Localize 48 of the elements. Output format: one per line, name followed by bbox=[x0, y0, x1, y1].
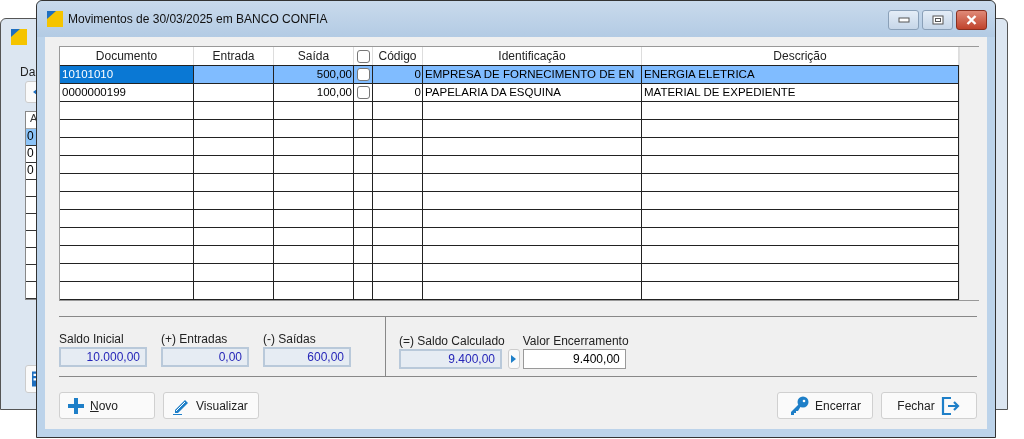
checkbox[interactable] bbox=[357, 86, 370, 99]
field-label: Saldo Inicial bbox=[59, 332, 125, 346]
app-logo-icon bbox=[47, 11, 63, 27]
right-arrow-icon bbox=[511, 355, 517, 363]
close-button[interactable]: Fechar bbox=[881, 392, 977, 419]
maximize-button[interactable] bbox=[922, 10, 953, 30]
table-cell: EMPRESA DE FORNECIMENTO DE EN bbox=[423, 66, 642, 83]
scrollbar-track[interactable] bbox=[959, 47, 979, 300]
table-cell: 100,00 bbox=[274, 84, 354, 101]
copy-value-button[interactable] bbox=[507, 349, 520, 369]
close-button[interactable] bbox=[956, 10, 987, 30]
column-header[interactable]: Identificação bbox=[423, 47, 642, 65]
window-title: Movimentos de 30/03/2025 em BANCO CONFIA bbox=[68, 12, 328, 26]
plus-icon bbox=[68, 397, 84, 414]
table-cell: PAPELARIA DA ESQUINA bbox=[423, 84, 642, 101]
exit-icon bbox=[940, 396, 961, 415]
field-label: (=) Saldo Calculado bbox=[399, 334, 505, 348]
amount-field[interactable]: 10.000,00 bbox=[59, 347, 147, 367]
table-row[interactable]: 10101010 500,00 0 EMPRESA DE FORNECIMENTO DE EN ENERGIA ELETRICA bbox=[60, 66, 959, 84]
field-label: Da bbox=[20, 65, 36, 79]
minimize-icon bbox=[897, 17, 910, 23]
checkbox[interactable] bbox=[357, 68, 370, 81]
column-header[interactable]: Saída bbox=[274, 47, 354, 65]
new-button[interactable]: Novo bbox=[59, 392, 155, 419]
close-icon bbox=[965, 15, 978, 25]
checkbox[interactable] bbox=[356, 49, 370, 63]
table-cell: 500,00 bbox=[274, 66, 354, 83]
key-icon bbox=[789, 395, 809, 416]
field-label: Valor Encerramento bbox=[522, 334, 629, 348]
column-header[interactable]: Entrada bbox=[194, 47, 274, 65]
table-row[interactable]: 0000000199 100,00 0 PAPELARIA DA ESQUINA MATERIAL DE EXPEDIENTE bbox=[60, 84, 959, 102]
amount-field[interactable]: 0,00 bbox=[161, 347, 249, 367]
table-cell: 0 bbox=[373, 66, 423, 83]
close-period-button[interactable]: Encerrar bbox=[777, 392, 873, 419]
field-label: (+) Entradas bbox=[161, 332, 229, 346]
amount-field[interactable]: 9.400,00 bbox=[399, 349, 502, 369]
table-cell: ENERGIA ELETRICA bbox=[642, 66, 959, 83]
view-button[interactable]: Visualizar bbox=[163, 392, 259, 419]
table-cell: 0 bbox=[373, 84, 423, 101]
column-header[interactable]: Código bbox=[373, 47, 423, 65]
maximize-icon bbox=[931, 15, 944, 25]
table-cell: 10101010 bbox=[60, 66, 194, 83]
table-cell: 0000000199 bbox=[60, 84, 194, 101]
amount-field[interactable]: 600,00 bbox=[263, 347, 351, 367]
field-label: (-) Saídas bbox=[263, 332, 317, 346]
amount-field[interactable]: 9.400,00 bbox=[522, 349, 626, 369]
column-header[interactable]: Documento bbox=[60, 47, 194, 65]
app-logo-icon bbox=[11, 29, 27, 45]
